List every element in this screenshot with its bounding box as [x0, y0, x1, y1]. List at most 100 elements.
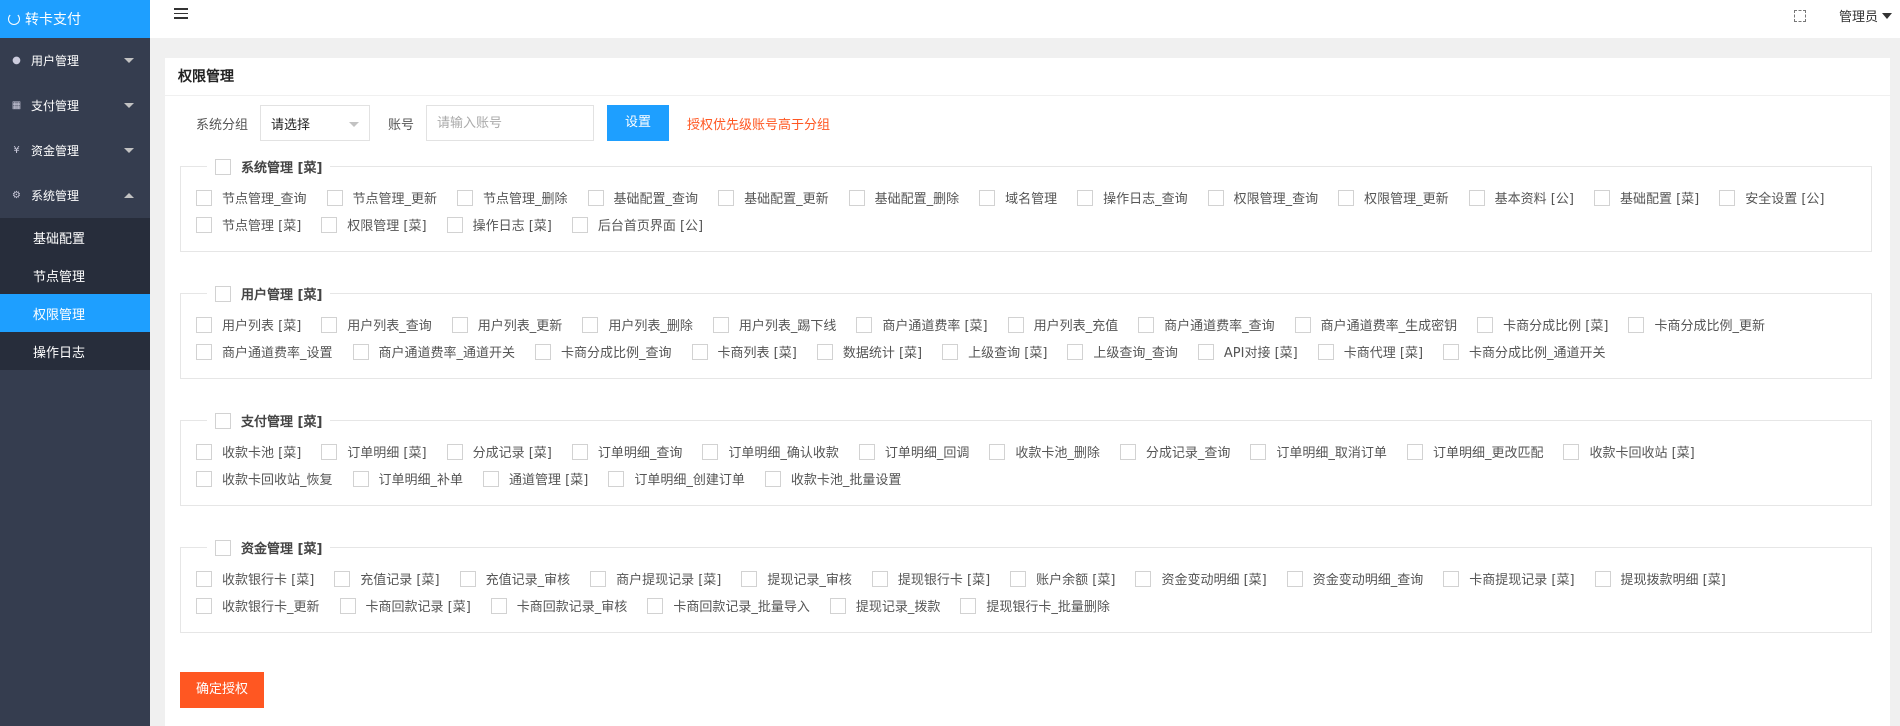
checkbox[interactable] — [587, 189, 604, 206]
permission-checkbox-item[interactable]: 权限管理 [菜] — [321, 211, 427, 238]
sidebar-menu-payment[interactable]: ▦ 支付管理 — [0, 83, 150, 128]
permission-checkbox-item[interactable]: 收款银行卡_更新 — [196, 592, 320, 619]
sidebar-item-operation-log[interactable]: 操作日志 — [0, 332, 150, 370]
checkbox[interactable] — [590, 570, 607, 587]
permission-checkbox-item[interactable]: 提现银行卡_批量删除 — [960, 592, 1110, 619]
checkbox[interactable] — [848, 189, 865, 206]
sidebar-item-node-management[interactable]: 节点管理 — [0, 256, 150, 294]
permission-checkbox-item[interactable]: 分成记录 [菜] — [446, 438, 552, 465]
checkbox[interactable] — [1443, 343, 1460, 360]
checkbox[interactable] — [1250, 443, 1267, 460]
permission-checkbox-item[interactable]: 通道管理 [菜] — [483, 465, 588, 492]
permission-checkbox-item[interactable]: 用户列表 [菜] — [196, 311, 301, 338]
group-checkbox[interactable] — [215, 285, 231, 302]
menu-toggle-icon[interactable] — [174, 8, 188, 22]
permission-checkbox-item[interactable]: 订单明细_确认收款 — [702, 438, 839, 465]
permission-checkbox-item[interactable]: 收款卡池_批量设置 — [764, 465, 901, 492]
checkbox[interactable] — [1628, 316, 1645, 333]
checkbox[interactable] — [321, 316, 338, 333]
checkbox[interactable] — [196, 597, 212, 614]
checkbox[interactable] — [196, 216, 212, 233]
checkbox[interactable] — [196, 316, 212, 333]
permission-checkbox-item[interactable]: 卡商分成比例_更新 — [1628, 311, 1765, 338]
checkbox[interactable] — [1406, 443, 1423, 460]
checkbox[interactable] — [352, 343, 369, 360]
sidebar-menu-system[interactable]: ⚙ 系统管理 — [0, 173, 150, 218]
group-checkbox[interactable] — [215, 412, 231, 429]
permission-checkbox-item[interactable]: 商户通道费率_设置 — [196, 338, 333, 365]
checkbox[interactable] — [459, 570, 476, 587]
checkbox[interactable] — [321, 216, 338, 233]
checkbox[interactable] — [1338, 189, 1355, 206]
checkbox[interactable] — [1593, 189, 1610, 206]
checkbox[interactable] — [1294, 316, 1311, 333]
permission-checkbox-item[interactable]: 操作日志_查询 — [1077, 184, 1188, 211]
fullscreen-icon[interactable] — [1794, 10, 1806, 22]
permission-checkbox-item[interactable]: 用户列表_查询 — [321, 311, 432, 338]
permission-checkbox-item[interactable]: 提现银行卡 [菜] — [871, 565, 990, 592]
checkbox[interactable] — [647, 597, 664, 614]
checkbox[interactable] — [321, 443, 338, 460]
permission-checkbox-item[interactable]: 收款卡池 [菜] — [196, 438, 301, 465]
permission-checkbox-item[interactable]: 卡商回款记录_审核 — [490, 592, 627, 619]
permission-checkbox-item[interactable]: 卡商回款记录 [菜] — [339, 592, 471, 619]
checkbox[interactable] — [571, 443, 588, 460]
checkbox[interactable] — [1077, 189, 1094, 206]
permission-checkbox-item[interactable]: 节点管理_删除 — [457, 184, 568, 211]
permission-checkbox-item[interactable]: 商户通道费率_查询 — [1138, 311, 1275, 338]
account-input[interactable] — [426, 105, 595, 141]
permission-checkbox-item[interactable]: 上级查询 [菜] — [942, 338, 1047, 365]
permission-checkbox-item[interactable]: 订单明细_取消订单 — [1250, 438, 1387, 465]
checkbox[interactable] — [1010, 570, 1027, 587]
checkbox[interactable] — [1719, 189, 1736, 206]
group-select[interactable]: 请选择 — [260, 105, 371, 141]
checkbox[interactable] — [989, 443, 1006, 460]
permission-checkbox-item[interactable]: 订单明细_查询 — [571, 438, 682, 465]
permission-checkbox-item[interactable]: 充值记录_审核 — [459, 565, 570, 592]
group-checkbox[interactable] — [215, 158, 231, 175]
permission-checkbox-item[interactable]: 分成记录_查询 — [1119, 438, 1230, 465]
permission-checkbox-item[interactable]: 后台首页界面 [公] — [571, 211, 703, 238]
checkbox[interactable] — [1563, 443, 1580, 460]
permission-checkbox-item[interactable]: 节点管理_更新 — [326, 184, 437, 211]
checkbox[interactable] — [339, 597, 356, 614]
group-legend[interactable]: 系统管理 [菜] — [207, 157, 330, 176]
permission-checkbox-item[interactable]: 订单明细_更改匹配 — [1406, 438, 1543, 465]
checkbox[interactable] — [196, 470, 212, 487]
group-legend[interactable]: 用户管理 [菜] — [207, 284, 330, 303]
permission-checkbox-item[interactable]: API对接 [菜] — [1197, 338, 1298, 365]
checkbox[interactable] — [829, 597, 846, 614]
checkbox[interactable] — [1119, 443, 1136, 460]
sidebar-menu-user[interactable]: ● 用户管理 — [0, 38, 150, 83]
checkbox[interactable] — [352, 470, 369, 487]
permission-checkbox-item[interactable]: 收款卡回收站_恢复 — [196, 465, 333, 492]
checkbox[interactable] — [1317, 343, 1334, 360]
confirm-authorization-button[interactable]: 确定授权 — [180, 672, 265, 708]
checkbox[interactable] — [1477, 316, 1494, 333]
permission-checkbox-item[interactable]: 上级查询_查询 — [1067, 338, 1178, 365]
permission-checkbox-item[interactable]: 节点管理 [菜] — [196, 211, 301, 238]
permission-checkbox-item[interactable]: 资金变动明细 [菜] — [1135, 565, 1267, 592]
checkbox[interactable] — [1197, 343, 1214, 360]
permission-checkbox-item[interactable]: 订单明细_补单 — [352, 465, 463, 492]
permission-checkbox-item[interactable]: 卡商分成比例 [菜] — [1477, 311, 1608, 338]
checkbox[interactable] — [1443, 570, 1460, 587]
checkbox[interactable] — [196, 189, 212, 206]
checkbox[interactable] — [691, 343, 708, 360]
checkbox[interactable] — [535, 343, 552, 360]
checkbox[interactable] — [942, 343, 959, 360]
permission-checkbox-item[interactable]: 卡商提现记录 [菜] — [1443, 565, 1575, 592]
permission-checkbox-item[interactable]: 卡商代理 [菜] — [1317, 338, 1423, 365]
permission-checkbox-item[interactable]: 订单明细 [菜] — [321, 438, 427, 465]
checkbox[interactable] — [490, 597, 507, 614]
checkbox[interactable] — [702, 443, 719, 460]
permission-checkbox-item[interactable]: 用户列表_充值 — [1007, 311, 1118, 338]
permission-checkbox-item[interactable]: 操作日志 [菜] — [446, 211, 552, 238]
checkbox[interactable] — [712, 316, 729, 333]
checkbox[interactable] — [326, 189, 343, 206]
permission-checkbox-item[interactable]: 资金变动明细_查询 — [1286, 565, 1423, 592]
checkbox[interactable] — [871, 570, 888, 587]
checkbox[interactable] — [1286, 570, 1303, 587]
checkbox[interactable] — [483, 470, 500, 487]
permission-checkbox-item[interactable]: 提现记录_审核 — [741, 565, 852, 592]
